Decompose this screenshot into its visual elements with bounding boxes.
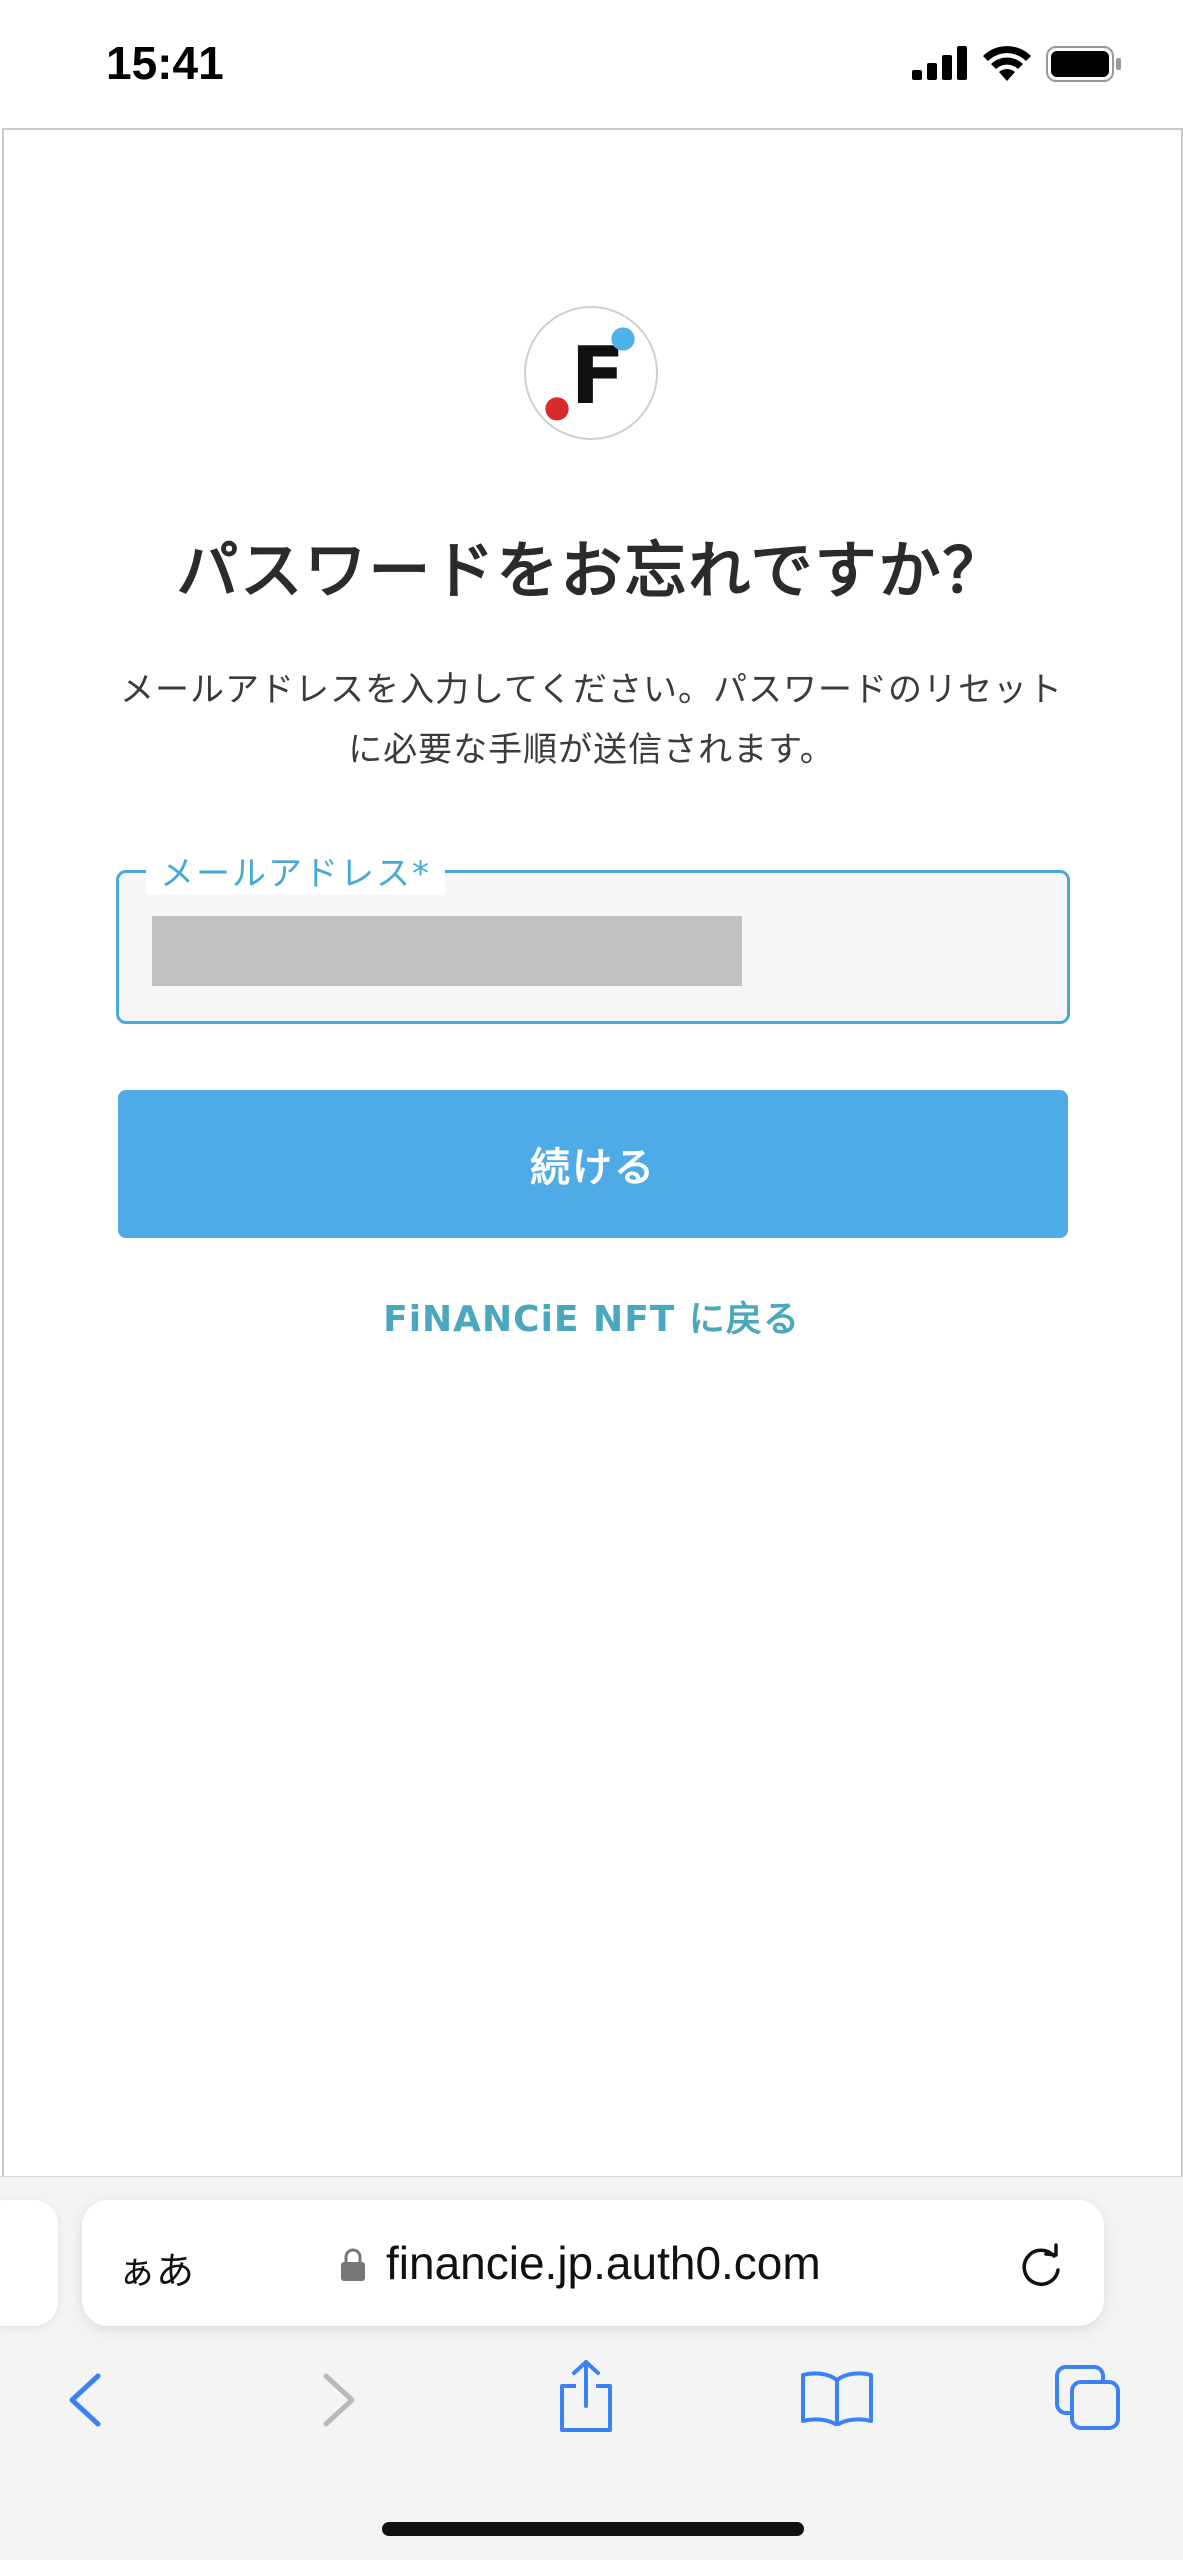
back-icon[interactable] xyxy=(62,2370,108,2430)
email-field-label: メールアドレス* xyxy=(146,846,445,895)
logo-blue-dot xyxy=(611,327,635,351)
financie-logo: F xyxy=(524,306,658,440)
status-time: 15:41 xyxy=(106,37,224,89)
url-text[interactable]: financie.jp.auth0.com xyxy=(386,2236,821,2290)
email-value-redacted xyxy=(152,916,742,986)
continue-button[interactable]: 続ける xyxy=(118,1090,1068,1238)
previous-tab-preview[interactable] xyxy=(0,2200,58,2326)
share-icon[interactable] xyxy=(556,2358,616,2434)
back-to-financie-link[interactable]: FiNANCiE NFT に戻る xyxy=(0,1290,1183,1342)
tabs-icon[interactable] xyxy=(1054,2364,1122,2432)
status-bar: 15:41 xyxy=(0,0,1183,128)
screen: 15:41 F パスワードをお忘れですか？ メールアドレスを入力してください。パ… xyxy=(0,0,1183,2560)
page-description: メールアドレスを入力してください。パスワードのリセットに必要な手順が送信されます… xyxy=(120,670,1063,770)
battery-icon xyxy=(1046,46,1121,82)
lock-icon xyxy=(341,2248,365,2281)
home-indicator[interactable] xyxy=(382,2522,804,2536)
logo-red-dot xyxy=(545,397,569,421)
wifi-icon xyxy=(983,46,1031,81)
signal-icon xyxy=(912,46,967,80)
bookmarks-icon[interactable] xyxy=(800,2370,874,2426)
forward-icon[interactable] xyxy=(316,2370,362,2430)
text-size-button[interactable]: ぁあ xyxy=(118,2240,194,2295)
page-title: パスワードをお忘れですか？ xyxy=(176,534,1007,607)
reload-icon[interactable] xyxy=(1016,2240,1066,2290)
